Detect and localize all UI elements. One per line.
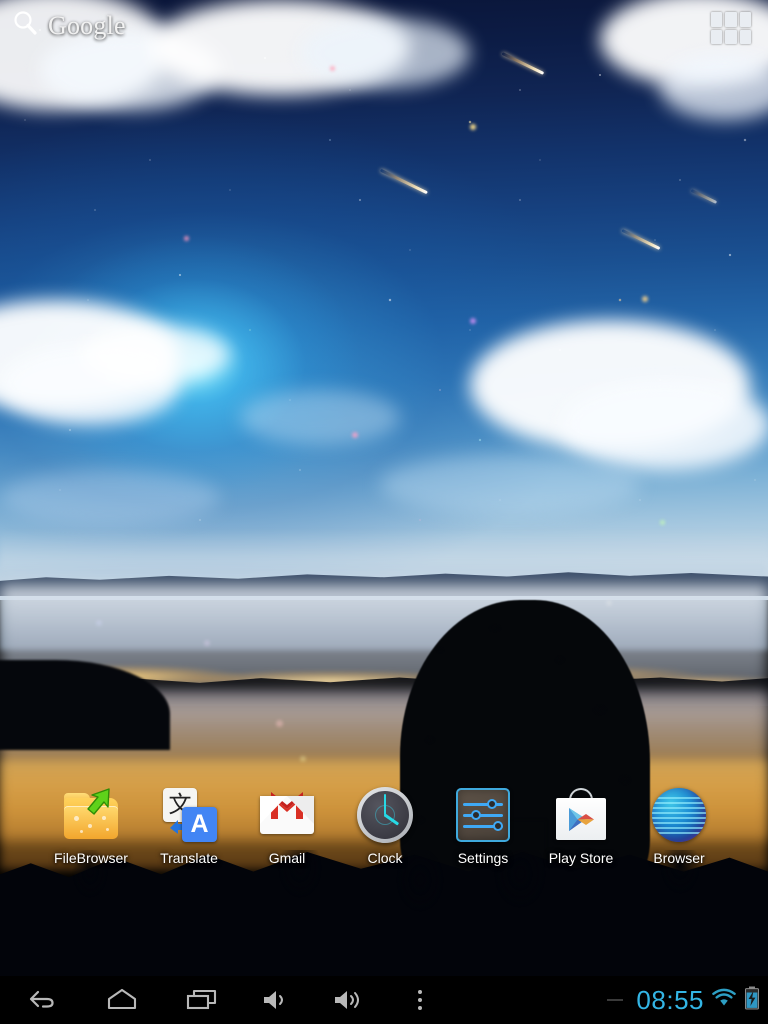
wifi-icon[interactable] — [711, 988, 737, 1013]
status-bar-right: 08:55 — [607, 976, 760, 1024]
apps-grid-cell — [739, 12, 751, 27]
cloud — [0, 470, 220, 525]
apps-grid-cell — [725, 29, 737, 44]
navigation-bar: 08:55 — [0, 976, 768, 1024]
google-search-widget[interactable]: Google — [10, 8, 126, 43]
app-drawer-button[interactable] — [711, 12, 751, 44]
settings-slider-knob — [471, 810, 481, 820]
app-icon-clock[interactable]: Clock — [336, 786, 434, 866]
app-label: Browser — [653, 850, 705, 866]
bokeh-light — [470, 124, 476, 130]
home-screen: Google FileBrowser 文 A Translate Gmail C… — [0, 0, 768, 1024]
translate-icon: 文 A — [160, 786, 218, 844]
nav-back-button[interactable] — [14, 976, 70, 1024]
status-clock[interactable]: 08:55 — [636, 985, 704, 1016]
app-icon-filebrowser[interactable]: FileBrowser — [42, 786, 140, 866]
cloud — [80, 325, 230, 385]
app-label: Clock — [367, 850, 403, 866]
gmail-icon — [258, 786, 316, 844]
clock-icon — [356, 786, 414, 844]
overflow-menu-icon — [418, 990, 422, 1010]
home-icon — [107, 988, 137, 1010]
play-triangle-icon — [569, 808, 594, 831]
cloud — [560, 380, 768, 470]
bokeh-light — [352, 432, 358, 438]
apps-grid-cell — [739, 29, 751, 44]
volume-down-icon — [264, 991, 283, 1009]
app-icon-browser[interactable]: Browser — [630, 786, 728, 866]
app-icon-translate[interactable]: 文 A Translate — [140, 786, 238, 866]
volume-up-icon — [335, 991, 359, 1009]
bokeh-light — [470, 318, 476, 324]
app-label: FileBrowser — [54, 850, 128, 866]
status-separator — [607, 999, 624, 1001]
nav-home-button[interactable] — [94, 976, 150, 1024]
cloud — [300, 18, 470, 88]
bokeh-light — [184, 236, 189, 241]
recent-apps-icon — [186, 989, 217, 1010]
play-store-icon — [552, 786, 610, 844]
translate-target-char: A — [182, 807, 217, 842]
nav-volume-down-button[interactable] — [248, 976, 304, 1024]
globe-latitude-lines — [652, 788, 706, 842]
apps-grid-cell — [725, 12, 737, 27]
browser-globe-icon — [650, 786, 708, 844]
nav-overflow-menu-button[interactable] — [392, 976, 448, 1024]
back-arrow-icon — [29, 990, 54, 1008]
app-icon-gmail[interactable]: Gmail — [238, 786, 336, 866]
nav-volume-up-button[interactable] — [320, 976, 376, 1024]
app-label: Translate — [160, 850, 218, 866]
upload-arrow-icon — [87, 788, 110, 815]
settings-icon — [454, 786, 512, 844]
bokeh-light — [330, 66, 335, 71]
search-icon[interactable] — [10, 8, 40, 43]
bokeh-light — [660, 520, 665, 525]
app-icon-play-store[interactable]: Play Store — [532, 786, 630, 866]
google-brand-label: Google — [48, 10, 126, 40]
file-browser-icon — [62, 786, 120, 844]
cloud — [240, 390, 400, 445]
app-label: Settings — [457, 850, 509, 866]
app-icon-settings[interactable]: Settings — [434, 786, 532, 866]
apps-grid-cell — [711, 12, 723, 27]
app-label: Play Store — [548, 850, 614, 866]
settings-slider-knob — [487, 799, 497, 809]
app-icon-row: FileBrowser 文 A Translate Gmail Clock Se… — [0, 786, 768, 882]
nav-recents-button[interactable] — [174, 976, 230, 1024]
app-label: Gmail — [268, 850, 306, 866]
bokeh-light — [642, 296, 648, 302]
settings-slider-knob — [493, 821, 503, 831]
battery-charging-icon[interactable] — [744, 986, 760, 1015]
apps-grid-cell — [711, 29, 723, 44]
cloud — [380, 455, 640, 515]
